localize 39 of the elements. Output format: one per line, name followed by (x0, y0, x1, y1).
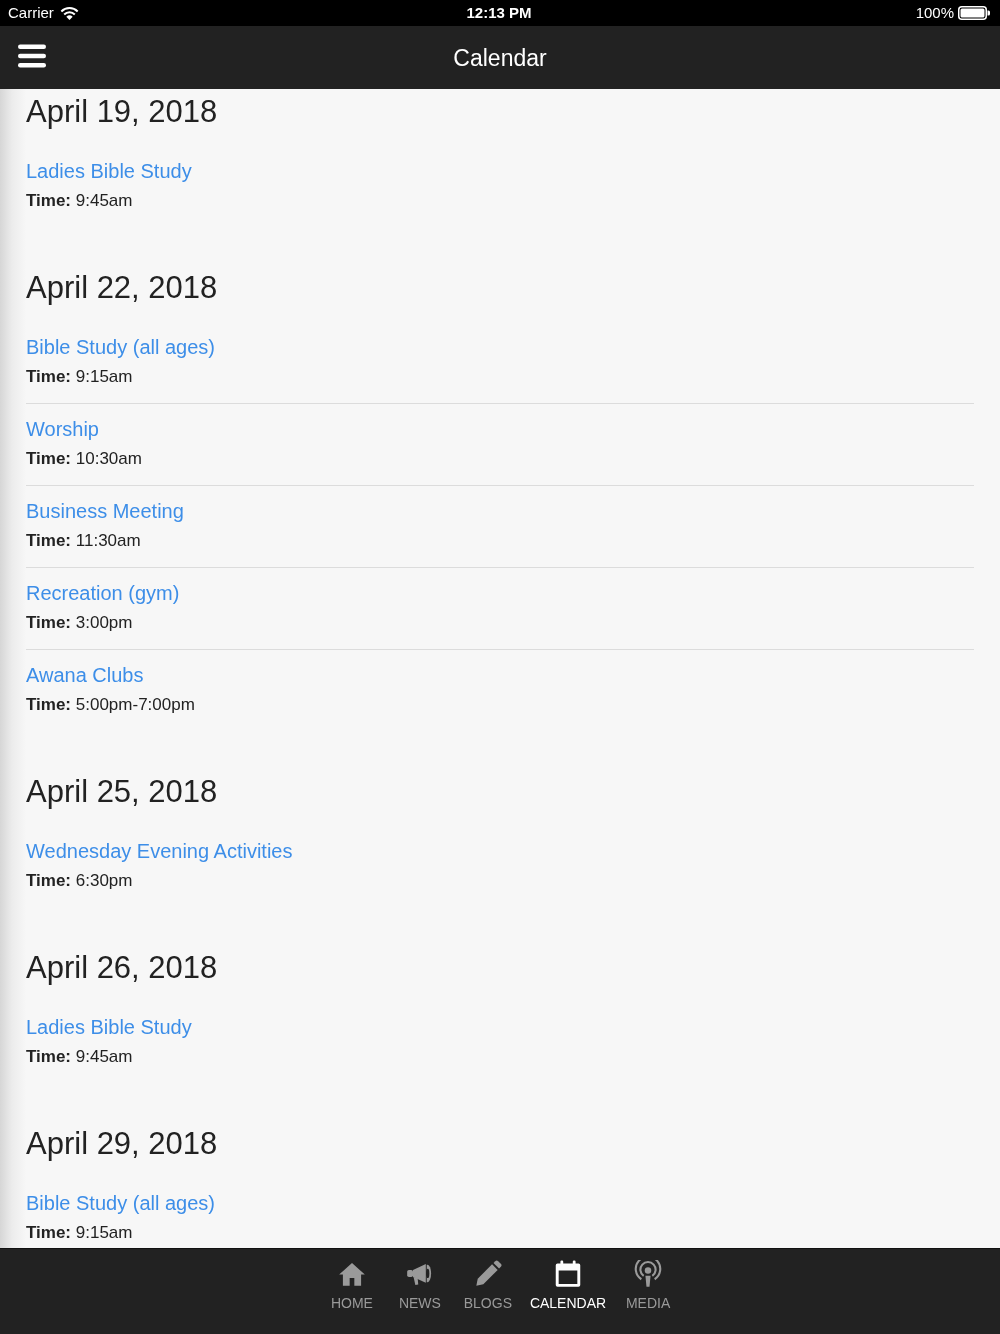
date-heading: April 29, 2018 (26, 1125, 219, 1163)
tab-bar-item[interactable]: NEWS (387, 1258, 452, 1314)
battery-icon (958, 6, 990, 20)
event-time: Time: 11:30am (26, 530, 141, 552)
menu-icon (18, 44, 46, 68)
event-time: Time: 9:45am (26, 1046, 133, 1068)
date-heading: April 19, 2018 (26, 93, 219, 131)
event-link[interactable]: Bible Study (all ages) (26, 333, 215, 361)
tab-bar-item[interactable]: BLOGS (455, 1258, 520, 1314)
house-icon (337, 1260, 366, 1288)
date-heading: April 22, 2018 (26, 269, 219, 307)
carrier-label: Carrier (8, 4, 54, 22)
tab-bar-item[interactable]: HOME (319, 1258, 384, 1314)
event-time: Time: 3:00pm (26, 612, 133, 634)
event-link[interactable]: Ladies Bible Study (26, 1013, 192, 1041)
event-time: Time: 5:00pm-7:00pm (26, 694, 195, 716)
event-link[interactable]: Recreation (gym) (26, 579, 180, 607)
event-link[interactable]: Wednesday Evening Activities (26, 837, 293, 865)
event-time: Time: 10:30am (26, 448, 142, 470)
battery-percent: 100% (915, 4, 954, 22)
event-link[interactable]: Business Meeting (26, 497, 184, 525)
event-time: Time: 6:30pm (26, 870, 133, 892)
podcast-icon (634, 1260, 663, 1288)
event-time: Time: 9:45am (26, 190, 133, 212)
date-heading: April 26, 2018 (26, 949, 219, 987)
event-time: Time: 9:15am (26, 1222, 133, 1244)
page-title: Calendar (453, 43, 547, 72)
wifi-icon (59, 6, 79, 20)
event-time: Time: 9:15am (26, 366, 133, 388)
event-link[interactable]: Bible Study (all ages) (26, 1189, 215, 1217)
event-link[interactable]: Ladies Bible Study (26, 157, 192, 185)
clock-time: 12:13 PM (466, 4, 532, 22)
pencil-icon (473, 1260, 502, 1288)
event-link[interactable]: Worship (26, 415, 99, 443)
date-heading: April 25, 2018 (26, 773, 219, 811)
event-link[interactable]: Awana Clubs (26, 661, 144, 689)
calendar-icon (554, 1260, 582, 1288)
tab-bar-item[interactable]: MEDIA (616, 1258, 681, 1314)
tab-bar-item[interactable]: CALENDAR (523, 1258, 613, 1314)
